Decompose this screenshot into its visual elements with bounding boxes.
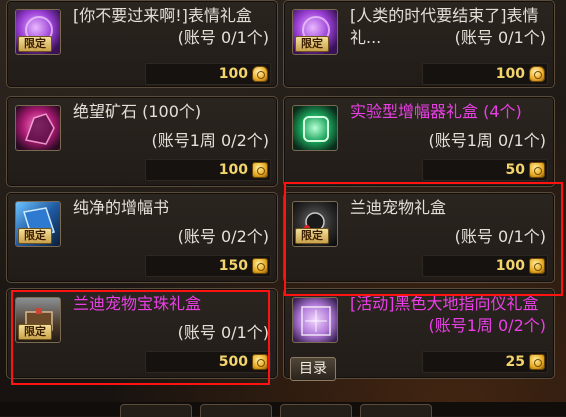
gold-coin-icon: [252, 162, 268, 178]
item-quota: (账号1周 0/2个): [428, 316, 546, 335]
gold-bag-icon: [529, 66, 545, 82]
shop-item-card[interactable]: 限定 纯净的增幅书 (账号 0/2个) 150: [6, 192, 278, 283]
bottom-tab[interactable]: [200, 404, 272, 417]
purple-orb-icon: 限定: [292, 9, 338, 55]
shop-item-card[interactable]: 限定 兰迪宠物宝珠礼盒 (账号 0/1个) 500: [6, 288, 278, 379]
item-title: 兰迪宠物宝珠礼盒: [73, 294, 202, 313]
gold-coin-icon: [252, 258, 268, 274]
item-title: 纯净的增幅书: [73, 198, 170, 217]
bottom-tab-strip: [0, 402, 566, 417]
item-quota: (账号 0/1个): [177, 323, 269, 342]
item-price: 150: [218, 258, 248, 274]
purple-compass-box-icon: [292, 297, 338, 343]
bottom-tab[interactable]: [360, 404, 432, 417]
limited-badge: 限定: [18, 36, 52, 52]
price-bar: 100: [422, 255, 548, 277]
item-price: 25: [505, 354, 525, 370]
price-bar: 150: [145, 255, 271, 277]
limited-badge: 限定: [295, 228, 329, 244]
limited-badge: 限定: [18, 228, 52, 244]
limited-badge: 限定: [295, 36, 329, 52]
dark-gift-icon: 限定: [292, 201, 338, 247]
price-bar: 50: [422, 159, 548, 181]
item-quota: (账号 0/2个): [177, 227, 269, 246]
item-title: 兰迪宠物礼盒: [350, 198, 447, 217]
item-title: [你不要过来啊!]表情礼盒 (账号 0/1个): [73, 6, 269, 47]
purple-orb-icon: 限定: [15, 9, 61, 55]
price-bar: 100: [422, 63, 548, 85]
limited-badge: 限定: [18, 324, 52, 340]
blue-book-icon: 限定: [15, 201, 61, 247]
gold-coin-icon: [529, 258, 545, 274]
item-price: 100: [495, 258, 525, 274]
item-quota: (账号 0/1个): [454, 28, 546, 47]
shop-item-card[interactable]: 限定 [你不要过来啊!]表情礼盒 (账号 0/1个) 100: [6, 0, 278, 88]
gold-bag-icon: [252, 66, 268, 82]
gold-coin-icon: [252, 354, 268, 370]
shop-item-card[interactable]: 限定 兰迪宠物礼盒 (账号 0/1个) 100: [283, 192, 555, 283]
price-bar: 500: [145, 351, 271, 373]
item-quota: (账号 0/1个): [177, 28, 269, 47]
item-quota: (账号1周 0/2个): [151, 131, 269, 150]
item-price: 100: [218, 162, 248, 178]
item-title: [人类的时代要结束了]表情礼... (账号 0/1个): [350, 6, 546, 47]
catalog-button[interactable]: 目录: [290, 357, 336, 381]
gold-coin-icon: [529, 162, 545, 178]
item-quota: (账号 0/1个): [454, 227, 546, 246]
bottom-tab[interactable]: [280, 404, 352, 417]
price-bar: 100: [145, 63, 271, 85]
item-quota: (账号1周 0/1个): [428, 131, 546, 150]
item-price: 500: [218, 354, 248, 370]
pink-ore-icon: [15, 105, 61, 151]
item-price: 100: [495, 66, 525, 82]
pet-orb-box-icon: 限定: [15, 297, 61, 343]
shop-item-card[interactable]: 绝望矿石 (100个) (账号1周 0/2个) 100: [6, 96, 278, 187]
item-price: 50: [505, 162, 525, 178]
item-price: 100: [218, 66, 248, 82]
shop-item-card[interactable]: 限定 [人类的时代要结束了]表情礼... (账号 0/1个) 100: [283, 0, 555, 88]
item-title: 实验型增幅器礼盒 (4个): [350, 102, 522, 121]
bottom-tab[interactable]: [120, 404, 192, 417]
price-bar: 100: [145, 159, 271, 181]
gold-coin-icon: [529, 354, 545, 370]
price-bar: 25: [422, 351, 548, 373]
item-title: [活动]黑色大地指向仪礼盒 (账号1周 0/2个): [350, 294, 546, 335]
item-title: 绝望矿石 (100个): [73, 102, 202, 121]
green-amplifier-icon: [292, 105, 338, 151]
shop-item-card[interactable]: 实验型增幅器礼盒 (4个) (账号1周 0/1个) 50: [283, 96, 555, 187]
